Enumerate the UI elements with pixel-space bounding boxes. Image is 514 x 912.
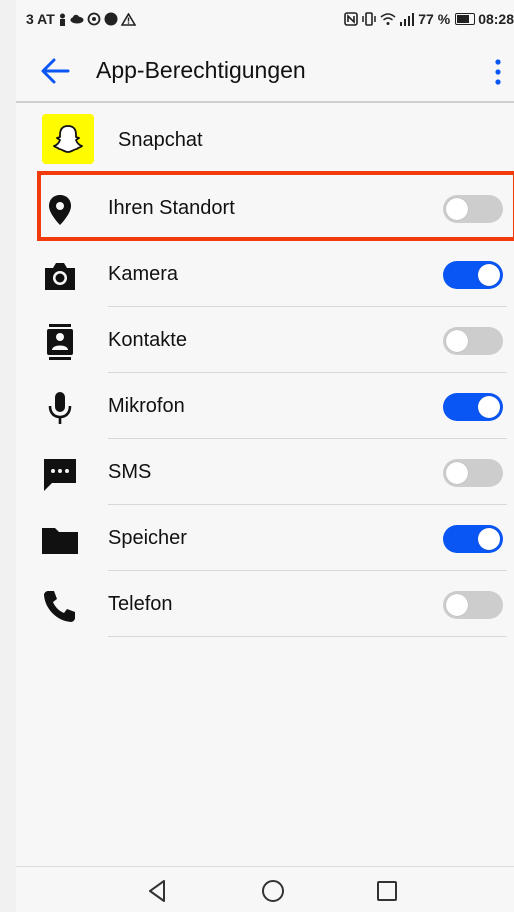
status-bar: 3 AT 77 % 08:28 [16, 0, 514, 40]
app-name: Snapchat [118, 129, 203, 151]
status-right: 77 % 08:28 [344, 11, 514, 27]
permission-toggle-microphone[interactable] [443, 393, 503, 421]
page-title: App-Berechtigungen [96, 57, 306, 83]
overflow-menu-icon[interactable] [488, 54, 508, 90]
navigation-bar [16, 866, 514, 912]
battery-percent: 77 % [418, 11, 451, 27]
toggle-knob [446, 330, 468, 352]
camera-icon [40, 256, 80, 296]
back-triangle-icon[interactable] [144, 877, 172, 905]
battery-icon [455, 13, 476, 25]
permission-label: Speicher [108, 527, 187, 549]
permission-label: Telefon [108, 593, 173, 615]
wifi-icon [380, 12, 396, 25]
vibrate-icon [362, 12, 377, 26]
person-icon [59, 13, 65, 26]
permission-label: SMS [108, 461, 152, 483]
phone-icon [40, 586, 80, 626]
sms-icon [40, 454, 80, 494]
whatsapp-icon [87, 12, 101, 26]
snapchat-ghost-icon [42, 114, 94, 164]
microphone-icon [40, 388, 80, 428]
nfc-icon [344, 12, 359, 26]
toggle-knob [446, 594, 468, 616]
clock: 08:28 [478, 11, 514, 27]
status-left: 3 AT [26, 11, 136, 27]
permission-row-phone[interactable]: Telefon [16, 571, 514, 637]
signal-icon [400, 12, 415, 26]
permission-row-storage[interactable]: Speicher [16, 505, 514, 571]
carrier-text: 3 AT [26, 11, 55, 27]
permission-toggle-phone[interactable] [443, 591, 503, 619]
app-bar: App-Berechtigungen [16, 40, 514, 102]
permission-toggle-sms[interactable] [443, 459, 503, 487]
toggle-knob [478, 396, 500, 418]
recents-square-icon[interactable] [373, 877, 401, 905]
back-arrow-icon[interactable] [38, 54, 74, 88]
toggle-knob [478, 528, 500, 550]
folder-icon [40, 520, 80, 560]
permission-toggle-camera[interactable] [443, 261, 503, 289]
contacts-icon [40, 322, 80, 362]
permission-label: Kamera [108, 263, 179, 285]
permission-row-sms[interactable]: SMS [16, 439, 514, 505]
permission-row-contacts[interactable]: Kontakte [16, 307, 514, 373]
header-divider [16, 101, 514, 103]
highlight-box [37, 171, 514, 241]
app-header-row: Snapchat [16, 110, 514, 170]
permission-label: Kontakte [108, 329, 187, 351]
home-circle-icon[interactable] [259, 877, 287, 905]
permission-toggle-storage[interactable] [443, 525, 503, 553]
toggle-knob [446, 462, 468, 484]
permission-row-camera[interactable]: Kamera [16, 241, 514, 307]
toggle-knob [478, 264, 500, 286]
compass-app-icon [104, 12, 118, 26]
cloud-icon [70, 14, 84, 24]
warning-icon [120, 12, 136, 26]
permission-label: Mikrofon [108, 395, 185, 417]
permission-row-microphone[interactable]: Mikrofon [16, 373, 514, 439]
row-divider [108, 636, 507, 637]
phone-screen: 3 AT 77 % 08:28 App-Berechtigungen Snapc… [16, 0, 514, 912]
permission-toggle-contacts[interactable] [443, 327, 503, 355]
